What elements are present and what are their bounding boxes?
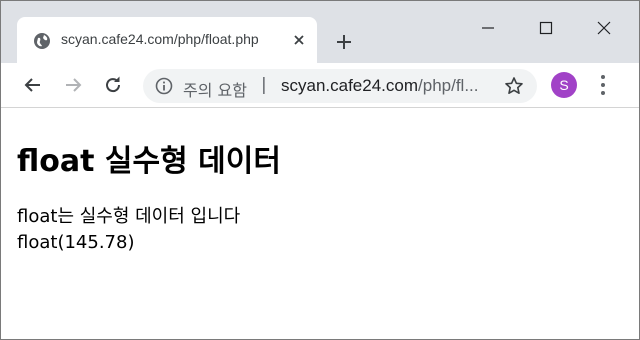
arrow-left-icon [24,78,40,92]
tab-title: scyan.cafe24.com/php/float.php [61,31,259,47]
minimize-button[interactable] [473,15,503,41]
star-icon [505,77,523,94]
page-content: float 실수형 데이터 float는 실수형 데이터 입니다 float(1… [1,108,639,339]
maximize-button[interactable] [531,15,561,41]
reload-icon [106,76,121,93]
tab-active[interactable]: scyan.cafe24.com/php/float.php [17,17,317,63]
globe-icon [34,33,50,49]
window-close-button[interactable] [589,15,619,41]
page-heading: float 실수형 데이터 [17,144,281,179]
description-line: float는 실수형 데이터 입니다 [17,206,241,227]
info-icon[interactable] [155,77,173,95]
maximize-icon [539,21,553,35]
bookmark-button[interactable] [503,75,525,97]
address-separator: | [261,75,267,95]
tab-strip: scyan.cafe24.com/php/float.php [1,1,639,63]
browser-window: scyan.cafe24.com/php/float.php 주의 요함 | s… [0,0,640,340]
back-button[interactable] [19,71,47,99]
close-icon [597,21,611,35]
tab-close-button[interactable] [289,30,309,50]
minimize-icon [482,27,494,29]
url-host: scyan.cafe24.com [281,76,419,95]
forward-button[interactable] [59,71,87,99]
arrow-right-icon [66,78,82,92]
kebab-menu-icon[interactable] [595,73,611,97]
address-bar[interactable]: 주의 요함 | scyan.cafe24.com/php/fl... [143,69,537,103]
profile-avatar[interactable]: S [551,72,577,98]
url-path: /php/fl... [418,76,479,95]
browser-toolbar: 주의 요함 | scyan.cafe24.com/php/fl... S [1,63,639,108]
plus-icon [337,35,351,49]
url-text[interactable]: scyan.cafe24.com/php/fl... [281,76,491,96]
new-tab-button[interactable] [331,29,357,55]
output-line: float(145.78) [17,232,135,253]
security-warning-label[interactable]: 주의 요함 [183,77,247,101]
reload-button[interactable] [99,71,127,99]
close-icon [294,35,304,45]
